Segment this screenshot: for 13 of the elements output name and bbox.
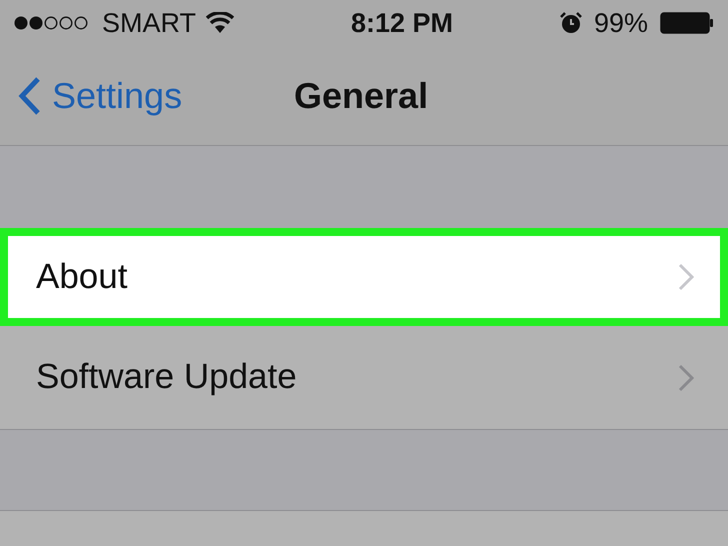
wifi-icon [206, 12, 234, 34]
settings-row[interactable]: Software Update [0, 326, 728, 430]
clock-time: 8:12 PM [350, 6, 453, 40]
chevron-left-icon [18, 76, 42, 114]
settings-row[interactable] [0, 510, 728, 546]
battery-icon [660, 12, 714, 34]
chevron-right-icon [678, 364, 694, 392]
battery-percent: 99% [594, 6, 648, 40]
chevron-right-icon [678, 263, 694, 291]
carrier-name: SMART [102, 6, 196, 40]
screen-title: General [294, 74, 428, 118]
alarm-icon [560, 12, 582, 34]
settings-row[interactable]: About [0, 228, 728, 326]
